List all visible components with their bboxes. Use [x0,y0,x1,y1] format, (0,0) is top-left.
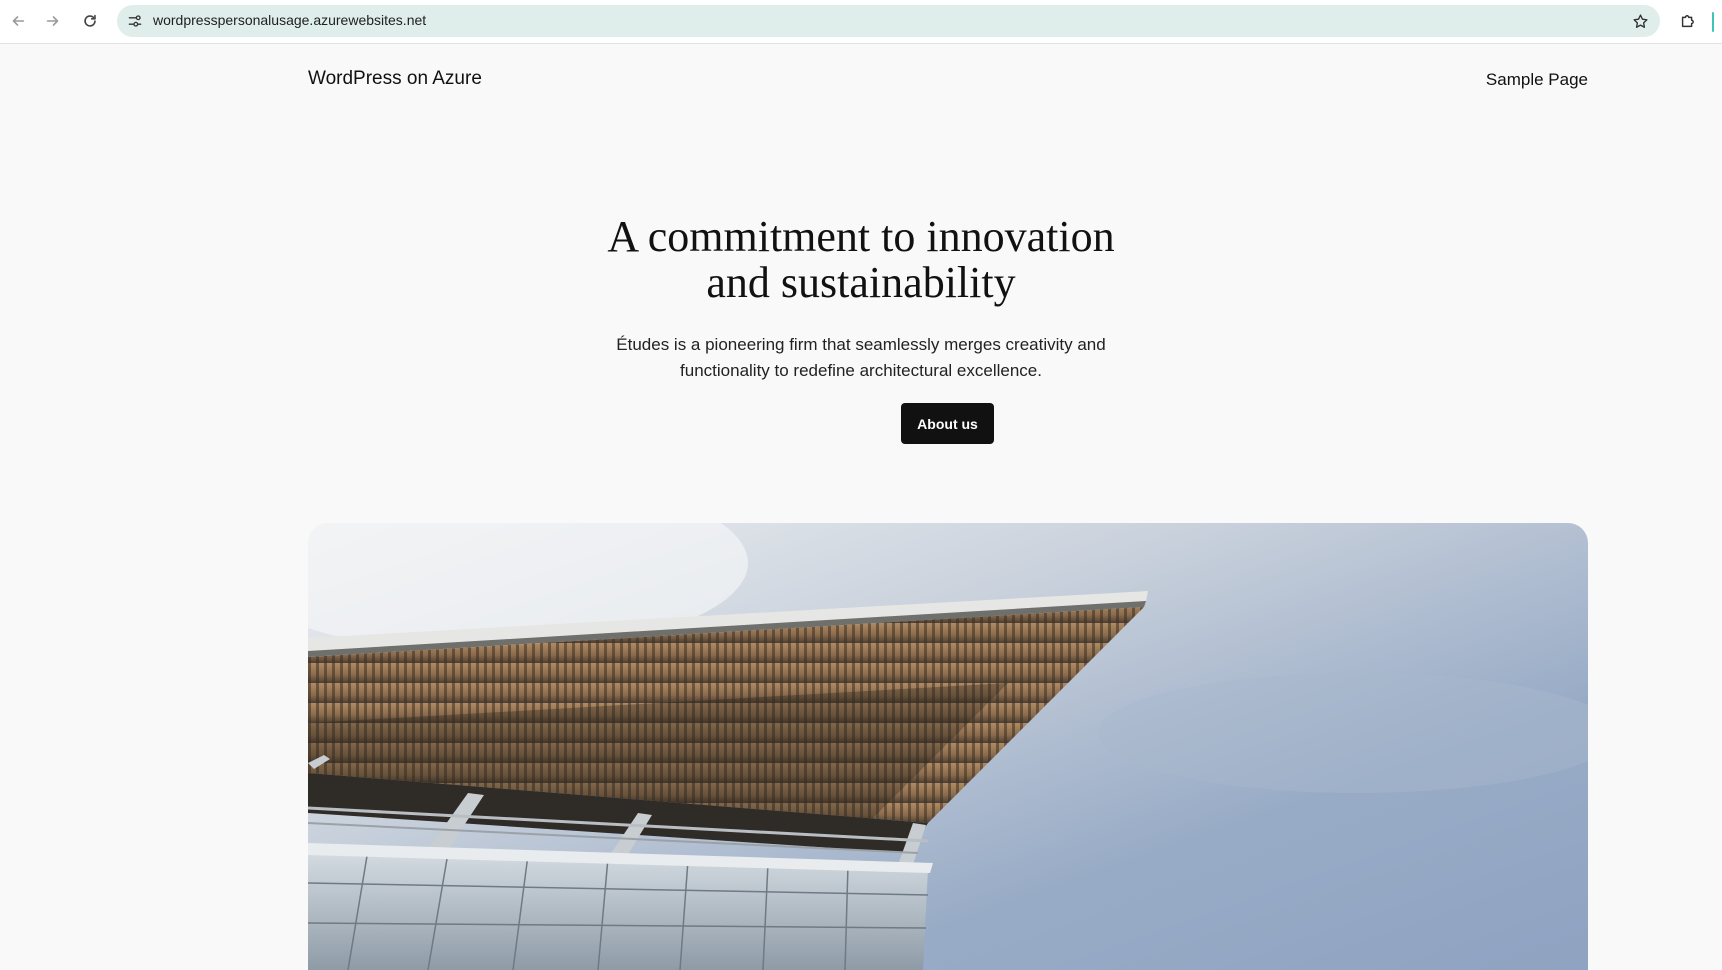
about-us-button[interactable]: About us [901,403,994,444]
site-info-icon[interactable] [125,11,145,31]
url-text[interactable]: wordpresspersonalusage.azurewebsites.net [153,12,426,28]
forward-icon[interactable] [42,10,64,32]
extensions-icon[interactable] [1677,10,1699,32]
hero-heading: A commitment to innovation and sustainab… [0,214,1722,306]
star-icon[interactable] [1630,11,1650,31]
nav-link-sample-page[interactable]: Sample Page [1486,70,1588,90]
hero-description: Études is a pioneering firm that seamles… [0,332,1722,384]
site-title[interactable]: WordPress on Azure [308,68,482,90]
hero-description-line: Études is a pioneering firm that seamles… [616,335,1106,354]
browser-toolbar: wordpresspersonalusage.azurewebsites.net [0,0,1722,44]
back-icon[interactable] [7,10,29,32]
hero-description-line: functionality to redefine architectural … [680,361,1042,380]
profile-avatar[interactable] [1712,12,1714,32]
hero-heading-line: A commitment to innovation [607,212,1115,261]
reload-icon[interactable] [79,10,101,32]
address-bar[interactable]: wordpresspersonalusage.azurewebsites.net [117,5,1660,37]
hero-building-image [308,523,1588,970]
hero-heading-line: and sustainability [706,258,1016,307]
